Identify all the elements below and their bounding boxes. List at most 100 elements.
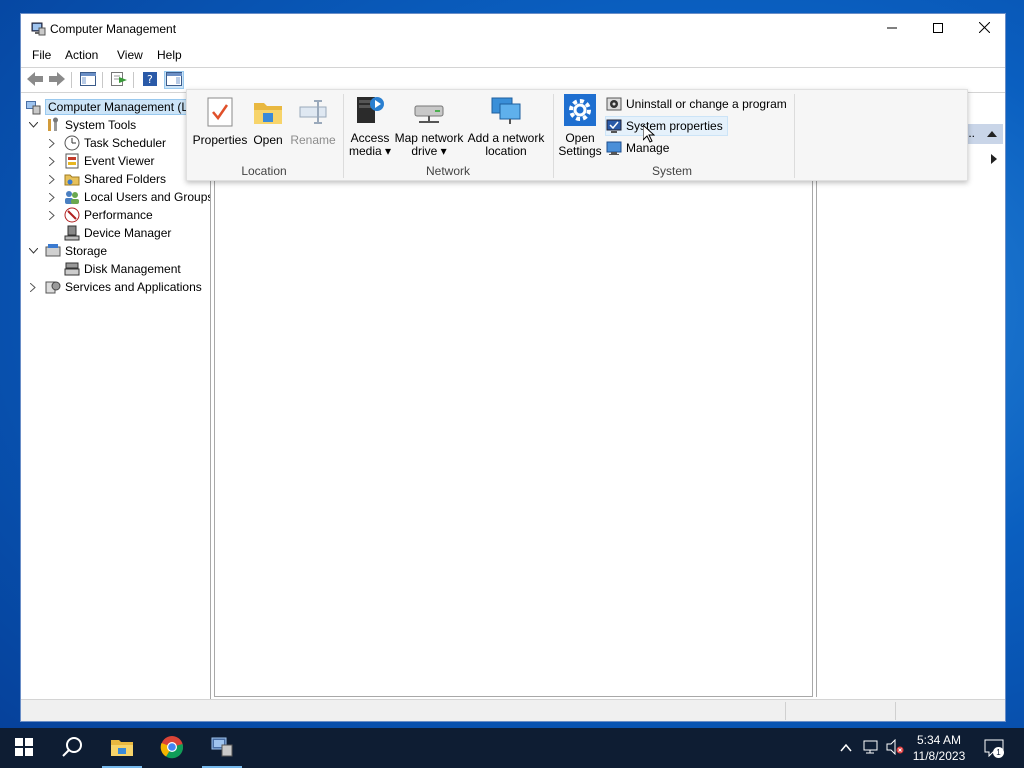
computer-management-icon	[25, 99, 41, 115]
storage-icon	[45, 243, 61, 259]
chevron-right-icon[interactable]	[46, 173, 58, 185]
expand-right-icon[interactable]	[991, 153, 997, 167]
chevron-right-icon[interactable]	[46, 209, 58, 221]
menu-bar: File Action View Help	[21, 44, 1005, 66]
chrome-icon	[160, 735, 184, 762]
actions-header[interactable]: ...	[965, 124, 1003, 144]
tree-item-task-scheduler[interactable]: Task Scheduler	[46, 134, 166, 152]
chevron-right-icon[interactable]	[27, 281, 39, 293]
media-server-icon	[354, 94, 386, 126]
window-title: Computer Management	[50, 22, 177, 36]
menu-help[interactable]: Help	[157, 48, 182, 62]
help-button[interactable]: ?	[140, 71, 160, 89]
chevron-right-icon[interactable]	[46, 155, 58, 167]
open-button[interactable]: Open	[251, 96, 285, 147]
collapse-up-icon[interactable]	[987, 127, 997, 141]
chevron-right-icon[interactable]	[46, 191, 58, 203]
computer-management-taskbar-button[interactable]	[198, 728, 246, 768]
clock-time: 5:34 AM	[916, 733, 962, 747]
tree-item-computer-management[interactable]: Computer Management (L	[25, 98, 192, 116]
tree-item-storage[interactable]: Storage	[27, 242, 107, 260]
system-properties-button[interactable]: System properties	[605, 116, 728, 136]
tree-item-disk-management[interactable]: Disk Management	[46, 260, 181, 278]
device-manager-icon	[64, 225, 80, 241]
shared-folder-icon	[64, 171, 80, 187]
network-group-label: Network	[425, 164, 470, 178]
manage-button[interactable]: Manage	[606, 138, 673, 158]
network-status-button[interactable]	[860, 728, 882, 768]
close-button[interactable]	[961, 14, 1007, 44]
properties-button[interactable]: Properties	[193, 96, 247, 147]
volume-button[interactable]	[884, 728, 906, 768]
uninstall-program-button[interactable]: Uninstall or change a program	[606, 94, 791, 114]
network-icon	[862, 739, 880, 758]
tree-item-services[interactable]: Services and Applications	[27, 278, 202, 296]
access-media-button[interactable]: Access media ▾	[347, 94, 393, 158]
search-button[interactable]	[48, 728, 96, 768]
minimize-icon	[887, 22, 897, 36]
maximize-button[interactable]	[915, 14, 961, 44]
minimize-button[interactable]	[869, 14, 915, 44]
tree-item-shared-folders[interactable]: Shared Folders	[46, 170, 166, 188]
chevron-down-icon[interactable]	[27, 245, 39, 257]
menu-file[interactable]: File	[32, 48, 51, 62]
toolbar-separator	[102, 72, 103, 88]
taskbar-clock[interactable]: 5:34 AM 11/8/2023	[904, 732, 974, 764]
windows-start-icon	[15, 737, 33, 759]
open-settings-label-2: Settings	[558, 144, 602, 158]
show-hide-tree-button[interactable]	[78, 71, 98, 89]
chevron-down-icon[interactable]	[27, 119, 39, 131]
forward-button[interactable]	[47, 71, 67, 89]
action-center-button[interactable]: 1	[980, 728, 1008, 768]
tree-item-label: Task Scheduler	[84, 136, 167, 150]
rename-button[interactable]: Rename	[289, 96, 337, 147]
taskbar: 5:34 AM 11/8/2023 1	[0, 728, 1024, 768]
search-icon	[61, 736, 83, 761]
menu-action[interactable]: Action	[65, 48, 98, 62]
file-explorer-icon	[110, 737, 134, 760]
system-properties-icon	[606, 118, 622, 134]
clock-date: 11/8/2023	[912, 749, 966, 763]
show-hide-action-pane-button[interactable]	[164, 71, 184, 89]
show-hide-tree-icon	[80, 71, 96, 89]
rename-label: Rename	[290, 133, 336, 147]
tree-item-system-tools[interactable]: System Tools	[27, 116, 136, 134]
chrome-taskbar-button[interactable]	[148, 728, 196, 768]
tree-item-performance[interactable]: Performance	[46, 206, 153, 224]
tree-item-label: Computer Management (L	[45, 99, 192, 115]
title-bar[interactable]: Computer Management	[21, 14, 1005, 44]
open-settings-button[interactable]: Open Settings	[557, 94, 603, 158]
svg-text:?: ?	[147, 73, 153, 86]
performance-icon	[64, 207, 80, 223]
uninstall-icon	[606, 96, 622, 112]
notification-icon: 1	[984, 739, 1004, 758]
start-button[interactable]	[0, 728, 48, 768]
tree-item-device-manager[interactable]: Device Manager	[46, 224, 171, 242]
show-hide-action-pane-icon	[166, 71, 182, 89]
file-explorer-taskbar-button[interactable]	[98, 728, 146, 768]
navigation-tree: Computer Management (L System Tools Task…	[21, 95, 211, 699]
computer-management-icon	[30, 21, 46, 37]
close-icon	[978, 21, 990, 36]
back-arrow-icon	[27, 71, 43, 89]
rename-icon	[297, 96, 329, 128]
chevron-right-icon[interactable]	[46, 137, 58, 149]
tree-item-event-viewer[interactable]: Event Viewer	[46, 152, 154, 170]
volume-muted-icon	[886, 738, 904, 758]
back-button[interactable]	[25, 71, 45, 89]
tools-icon	[45, 117, 61, 133]
chevron-up-icon	[840, 741, 852, 755]
menu-view[interactable]: View	[117, 48, 143, 62]
add-network-location-button[interactable]: Add a network location	[465, 94, 547, 158]
tree-item-label: Device Manager	[84, 226, 172, 240]
disk-management-icon	[64, 261, 80, 277]
show-hidden-icons-button[interactable]	[836, 728, 856, 768]
manage-computer-icon	[606, 140, 622, 156]
users-icon	[64, 189, 80, 205]
map-network-drive-button[interactable]: Map network drive ▾	[393, 94, 465, 158]
tree-item-label: System Tools	[65, 118, 137, 132]
tree-item-label: Disk Management	[84, 262, 181, 276]
tree-item-label: Services and Applications	[65, 280, 202, 294]
tree-item-local-users[interactable]: Local Users and Groups	[46, 188, 210, 206]
export-list-button[interactable]	[109, 71, 129, 89]
